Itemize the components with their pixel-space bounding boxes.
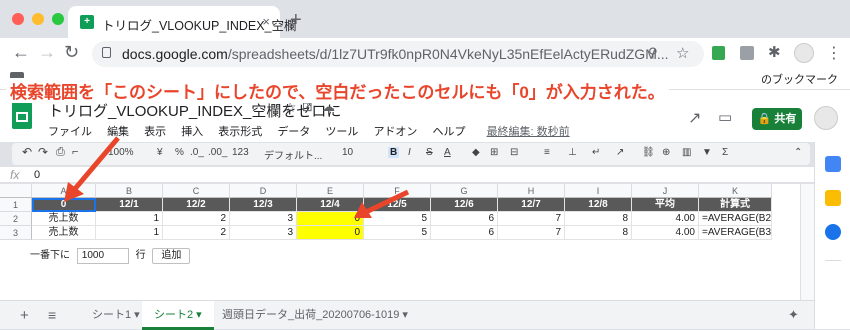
all-sheets-icon[interactable]: ≡ — [48, 301, 56, 330]
arrow-to-cell-a1 — [64, 136, 120, 202]
explore-icon[interactable]: ✦ — [788, 307, 799, 323]
sheet-tabs-bar: + ≡ シート1 ▾ シート2 ▾ 週頭日データ_出荷_20200706-101… — [0, 300, 814, 330]
sheet-tab-label: シート2 — [154, 309, 194, 321]
side-panel — [814, 142, 850, 329]
sheet-tab-label: 週頭日データ_出荷_20200706-1019 — [222, 309, 400, 321]
sheet-tab-label: シート1 — [92, 309, 132, 321]
add-sheet-icon[interactable]: + — [20, 301, 29, 330]
side-divider — [825, 260, 841, 261]
sheet-tab-3[interactable]: 週頭日データ_出荷_20200706-1019 ▾ — [210, 301, 420, 330]
annotation-arrows — [64, 136, 410, 218]
keep-icon[interactable] — [825, 190, 841, 206]
sheet-tab-1[interactable]: シート1 ▾ — [80, 301, 152, 330]
calendar-icon[interactable] — [825, 156, 841, 172]
tasks-icon[interactable] — [825, 224, 841, 240]
sheet-tab-2-active[interactable]: シート2 ▾ — [142, 301, 214, 330]
arrow-to-cell-e2 — [354, 189, 410, 218]
